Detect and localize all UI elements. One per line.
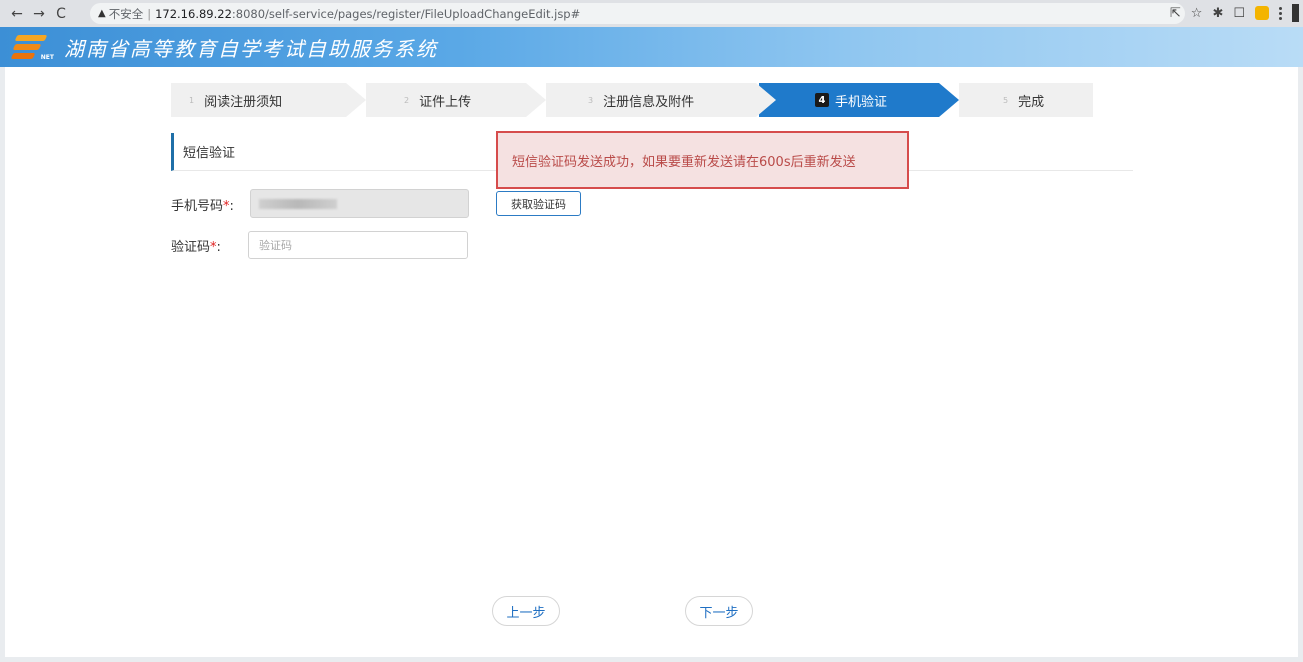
url-path: :8080/self-service/pages/register/FileUp… bbox=[231, 6, 581, 21]
profile-icon[interactable] bbox=[1255, 6, 1269, 20]
browser-toolbar: ← → C ▲ 不安全 | 172.16.89.22 :8080/self-se… bbox=[0, 0, 1303, 27]
scroll-indicator bbox=[1292, 4, 1299, 22]
main-content: 1 阅读注册须知 2 证件上传 3 注册信息及附件 4 手机验证 5 完成 短信… bbox=[5, 67, 1298, 657]
section-title: 短信验证 bbox=[183, 146, 236, 161]
step-arrow bbox=[756, 83, 776, 117]
extensions-icon[interactable]: ✱ bbox=[1212, 6, 1223, 21]
step-4: 4 手机验证 bbox=[759, 83, 939, 117]
step-5: 5 完成 bbox=[959, 83, 1093, 117]
step-arrow bbox=[526, 83, 546, 117]
phone-input[interactable] bbox=[250, 189, 469, 218]
security-label[interactable]: 不安全 bbox=[109, 6, 144, 22]
step-label: 完成 bbox=[1018, 94, 1045, 110]
step-wizard: 1 阅读注册须知 2 证件上传 3 注册信息及附件 4 手机验证 5 完成 bbox=[171, 83, 1093, 117]
star-icon[interactable]: ☆ bbox=[1191, 6, 1203, 21]
code-label: 验证码*: bbox=[171, 236, 221, 255]
step-label: 阅读注册须知 bbox=[204, 94, 283, 110]
warning-icon: ▲ bbox=[98, 8, 106, 19]
phone-label-text: 手机号码 bbox=[171, 199, 224, 214]
next-step-button[interactable]: 下一步 bbox=[685, 596, 753, 626]
back-icon[interactable]: ← bbox=[8, 4, 26, 24]
label-colon: : bbox=[229, 199, 234, 214]
step-number: 4 bbox=[815, 93, 829, 107]
logo-tag: NET bbox=[40, 54, 54, 61]
step-number: 3 bbox=[588, 95, 594, 105]
address-bar[interactable]: ▲ 不安全 | 172.16.89.22 :8080/self-service/… bbox=[90, 3, 1185, 24]
reload-icon[interactable]: C bbox=[52, 4, 70, 24]
step-3: 3 注册信息及附件 bbox=[546, 83, 756, 117]
share-icon[interactable]: ⇱ bbox=[1170, 6, 1181, 21]
prev-step-button[interactable]: 上一步 bbox=[492, 596, 560, 626]
get-code-button[interactable]: 获取验证码 bbox=[496, 191, 581, 216]
menu-icon[interactable] bbox=[1279, 6, 1282, 20]
masked-phone-value bbox=[259, 199, 337, 209]
verification-code-input[interactable] bbox=[248, 231, 468, 259]
step-arrow bbox=[346, 83, 366, 117]
forward-icon[interactable]: → bbox=[30, 4, 48, 24]
label-colon: : bbox=[216, 240, 221, 255]
url-host: 172.16.89.22 bbox=[155, 6, 232, 21]
step-2: 2 证件上传 bbox=[366, 83, 526, 117]
step-arrow-active bbox=[939, 83, 959, 117]
url-separator: | bbox=[147, 6, 152, 21]
alert-message: 短信验证码发送成功，如果要重新发送请在600s后重新发送 bbox=[512, 154, 856, 170]
site-logo-icon: NET bbox=[10, 33, 54, 61]
success-alert: 短信验证码发送成功，如果要重新发送请在600s后重新发送 bbox=[496, 131, 909, 189]
step-label: 手机验证 bbox=[835, 94, 888, 110]
site-header: NET 湖南省高等教育自学考试自助服务系统 bbox=[0, 27, 1303, 67]
step-number: 2 bbox=[404, 95, 410, 105]
phone-label: 手机号码*: bbox=[171, 195, 234, 214]
step-1: 1 阅读注册须知 bbox=[171, 83, 346, 117]
step-label: 注册信息及附件 bbox=[603, 94, 695, 110]
sidebar-icon[interactable]: ☐ bbox=[1233, 6, 1245, 21]
code-label-text: 验证码 bbox=[171, 240, 211, 255]
step-number: 1 bbox=[189, 95, 195, 105]
step-number: 5 bbox=[1003, 95, 1009, 105]
step-label: 证件上传 bbox=[419, 94, 472, 110]
browser-actions: ⇱ ☆ ✱ ☐ bbox=[1170, 4, 1299, 22]
site-title: 湖南省高等教育自学考试自助服务系统 bbox=[64, 36, 438, 61]
